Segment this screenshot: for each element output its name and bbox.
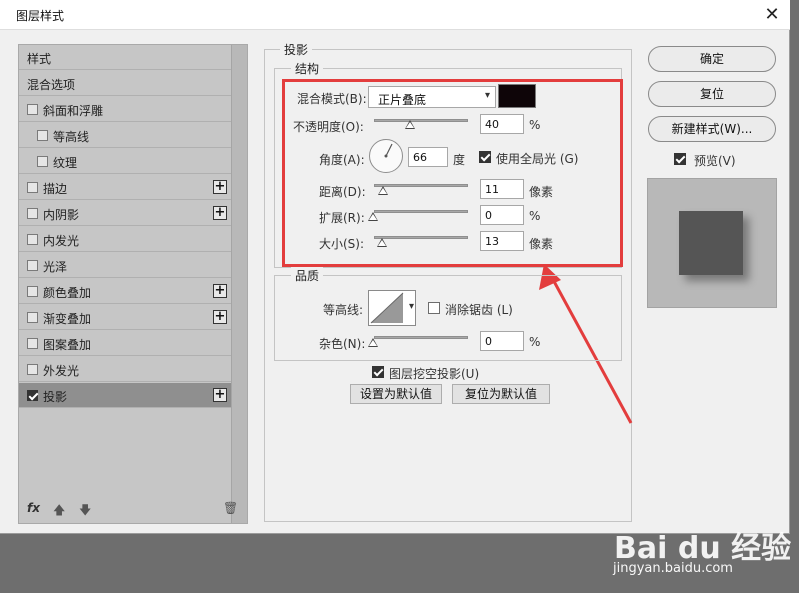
style-item-bevel-emboss[interactable]: 斜面和浮雕 xyxy=(19,97,231,122)
drop-shadow-checkbox[interactable] xyxy=(27,390,38,401)
fx-icon[interactable]: fx xyxy=(27,501,40,515)
bevel-emboss-checkbox[interactable] xyxy=(27,104,38,115)
watermark: Bai du 经验 jingyan.baidu.com xyxy=(600,503,795,589)
preview-checkbox[interactable] xyxy=(674,153,686,165)
style-item-label: 颜色叠加 xyxy=(43,286,92,300)
add-gradient-overlay-icon[interactable]: + xyxy=(213,310,227,324)
watermark-url: jingyan.baidu.com xyxy=(613,561,733,576)
style-item-label: 样式 xyxy=(27,52,52,66)
style-item-label: 混合选项 xyxy=(27,78,76,92)
new-style-button[interactable]: 新建样式(W)... xyxy=(648,116,776,142)
highlight-box xyxy=(282,79,623,267)
style-item-label: 斜面和浮雕 xyxy=(43,104,104,118)
style-item-label: 渐变叠加 xyxy=(43,312,92,326)
noise-slider[interactable] xyxy=(374,336,468,339)
pattern-overlay-checkbox[interactable] xyxy=(27,338,38,349)
noise-input[interactable]: 0 xyxy=(480,331,524,351)
move-down-icon[interactable]: 🡇 xyxy=(79,501,91,522)
style-item-label: 图案叠加 xyxy=(43,338,92,352)
style-item-label: 内阴影 xyxy=(43,208,80,222)
style-list: 样式 混合选项 斜面和浮雕 等高线 纹理 描边 + 内阴影 + 内发光 光泽 颜… xyxy=(18,44,248,524)
dialog-title: 图层样式 xyxy=(16,9,65,23)
style-item-color-overlay[interactable]: 颜色叠加 + xyxy=(19,279,231,304)
style-item-styles[interactable]: 样式 xyxy=(19,45,231,70)
contour-linear-icon xyxy=(370,292,404,324)
style-item-outer-glow[interactable]: 外发光 xyxy=(19,357,231,382)
knockout-label: 图层挖空投影(U) xyxy=(389,367,480,381)
style-item-label: 纹理 xyxy=(53,156,78,170)
gradient-overlay-checkbox[interactable] xyxy=(27,312,38,323)
color-overlay-checkbox[interactable] xyxy=(27,286,38,297)
style-item-satin[interactable]: 光泽 xyxy=(19,253,231,278)
add-stroke-icon[interactable]: + xyxy=(213,180,227,194)
structure-title: 结构 xyxy=(291,60,324,77)
contour-checkbox[interactable] xyxy=(37,130,48,141)
antialias-checkbox[interactable] xyxy=(428,302,440,314)
contour-label: 等高线: xyxy=(323,303,364,317)
inner-glow-checkbox[interactable] xyxy=(27,234,38,245)
outer-glow-checkbox[interactable] xyxy=(27,364,38,375)
preview-swatch xyxy=(679,211,743,275)
style-item-label: 光泽 xyxy=(43,260,68,274)
style-item-contour[interactable]: 等高线 xyxy=(19,123,231,148)
stroke-checkbox[interactable] xyxy=(27,182,38,193)
ok-button[interactable]: 确定 xyxy=(648,46,776,72)
add-inner-shadow-icon[interactable]: + xyxy=(213,206,227,220)
style-item-drop-shadow[interactable]: 投影 + xyxy=(19,383,231,408)
reset-button[interactable]: 复位 xyxy=(648,81,776,107)
knockout-checkbox[interactable] xyxy=(372,366,384,378)
antialias-label: 消除锯齿 (L) xyxy=(445,303,513,317)
trash-icon[interactable]: 🗑 xyxy=(223,501,238,515)
style-list-scrollbar[interactable] xyxy=(231,45,247,523)
make-default-button[interactable]: 设置为默认值 xyxy=(350,384,442,404)
move-up-icon[interactable]: 🡅 xyxy=(53,501,65,522)
style-item-blending-options[interactable]: 混合选项 xyxy=(19,71,231,96)
quality-title: 品质 xyxy=(291,267,324,284)
noise-unit: % xyxy=(529,335,541,349)
style-item-pattern-overlay[interactable]: 图案叠加 xyxy=(19,331,231,356)
title-bar xyxy=(0,0,790,30)
noise-label: 杂色(N): xyxy=(319,337,366,351)
style-item-label: 内发光 xyxy=(43,234,80,248)
style-item-label: 外发光 xyxy=(43,364,80,378)
preview-label: 预览(V) xyxy=(694,154,736,168)
add-drop-shadow-icon[interactable]: + xyxy=(213,388,227,402)
style-item-gradient-overlay[interactable]: 渐变叠加 + xyxy=(19,305,231,330)
style-item-label: 等高线 xyxy=(53,130,90,144)
style-item-stroke[interactable]: 描边 + xyxy=(19,175,231,200)
chevron-down-icon: ▾ xyxy=(408,301,414,312)
contour-picker[interactable]: ▾ xyxy=(368,290,416,326)
style-item-texture[interactable]: 纹理 xyxy=(19,149,231,174)
style-item-label: 描边 xyxy=(43,182,68,196)
inner-shadow-checkbox[interactable] xyxy=(27,208,38,219)
style-item-inner-glow[interactable]: 内发光 xyxy=(19,227,231,252)
style-item-label: 投影 xyxy=(43,390,68,404)
noise-slider-thumb[interactable] xyxy=(368,338,378,347)
texture-checkbox[interactable] xyxy=(37,156,48,167)
reset-to-default-button[interactable]: 复位为默认值 xyxy=(452,384,550,404)
style-list-footer: fx 🡅 🡇 🗑 xyxy=(19,495,238,523)
add-color-overlay-icon[interactable]: + xyxy=(213,284,227,298)
drop-shadow-title: 投影 xyxy=(280,41,313,58)
style-item-inner-shadow[interactable]: 内阴影 + xyxy=(19,201,231,226)
satin-checkbox[interactable] xyxy=(27,260,38,271)
close-icon[interactable]: ✕ xyxy=(760,3,784,27)
